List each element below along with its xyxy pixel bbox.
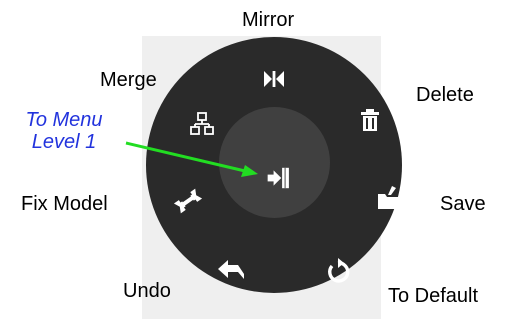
- radial-menu-screen: { "menu": { "items": { "mirror": {"label…: [0, 0, 516, 319]
- callout-arrow: [125, 141, 258, 177]
